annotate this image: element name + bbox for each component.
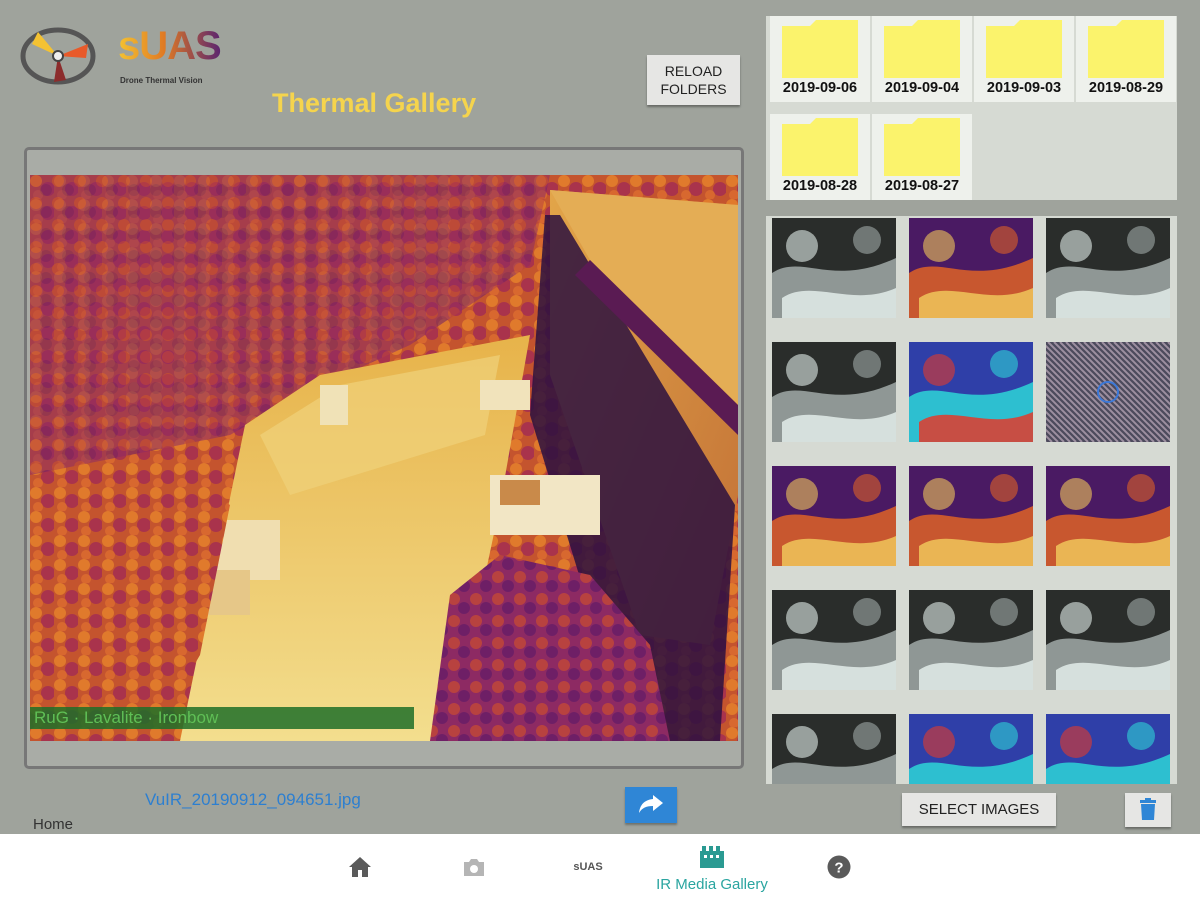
home-label: Home — [33, 816, 74, 833]
select-images-button[interactable]: SELECT IMAGES — [902, 793, 1056, 826]
app-logo: sUAS Drone Thermal Vision — [20, 22, 222, 88]
palette-selector-bar[interactable]: RuG · Lavalite · Ironbow — [30, 707, 414, 729]
folder-item[interactable]: 2019-08-28 — [770, 114, 870, 200]
thumbnail-image[interactable] — [1046, 218, 1170, 318]
film-icon — [700, 846, 724, 868]
nav-help[interactable]: ? — [824, 834, 854, 900]
suas-icon: sUAS — [573, 861, 603, 873]
folder-item[interactable]: 2019-09-06 — [770, 16, 870, 102]
reload-label-line1: RELOAD — [664, 63, 723, 79]
folder-label: 2019-08-27 — [884, 178, 960, 194]
nav-home[interactable] — [340, 834, 380, 900]
share-button[interactable] — [625, 787, 677, 823]
help-icon: ? — [827, 855, 851, 879]
thermal-image[interactable]: RuG · Lavalite · Ironbow — [30, 175, 738, 741]
folder-grid: 2019-09-06 2019-09-04 2019-09-03 2019-08… — [766, 16, 1177, 200]
svg-text:?: ? — [834, 860, 843, 877]
camera-icon — [464, 859, 484, 876]
thermal-image-graphic — [30, 175, 738, 741]
folder-icon — [884, 20, 960, 78]
thumbnail-image[interactable] — [909, 342, 1033, 442]
home-icon — [349, 857, 371, 877]
thumbnail-image[interactable] — [772, 714, 896, 784]
nav-suas[interactable]: sUAS — [565, 834, 611, 900]
folder-item[interactable]: 2019-08-29 — [1076, 16, 1176, 102]
thumbnail-grid — [766, 216, 1177, 784]
logo-text: sUAS — [118, 24, 222, 68]
folder-item[interactable]: 2019-09-04 — [872, 16, 972, 102]
folder-label: 2019-09-06 — [782, 80, 858, 96]
folder-icon — [986, 20, 1062, 78]
thumbnail-image[interactable] — [909, 218, 1033, 318]
thumbnail-image[interactable] — [772, 342, 896, 442]
folder-label: 2019-09-04 — [884, 80, 960, 96]
folder-label: 2019-09-03 — [986, 80, 1062, 96]
share-icon — [639, 794, 663, 813]
folder-item[interactable]: 2019-08-27 — [872, 114, 972, 200]
nav-label-ir-media-gallery: IR Media Gallery — [656, 876, 768, 893]
folder-label: 2019-08-28 — [782, 178, 858, 194]
thumbnail-image[interactable] — [1046, 590, 1170, 690]
thumbnail-image[interactable] — [772, 590, 896, 690]
logo-icon — [20, 27, 96, 85]
nav-ir-media-gallery[interactable]: IR Media Gallery — [646, 834, 778, 900]
thumbnail-image[interactable] — [909, 590, 1033, 690]
nav-camera[interactable] — [454, 834, 494, 900]
thumbnail-image[interactable] — [909, 714, 1033, 784]
delete-button[interactable] — [1125, 793, 1171, 827]
trash-icon — [1140, 797, 1156, 820]
folder-icon — [884, 118, 960, 176]
thumbnail-image[interactable] — [909, 466, 1033, 566]
bottom-navigation: sUAS IR Media Gallery ? — [0, 834, 1200, 900]
reload-label-line2: FOLDERS — [660, 81, 727, 97]
thumbnail-image[interactable] — [772, 218, 896, 318]
folder-label: 2019-08-29 — [1088, 80, 1164, 96]
folder-item[interactable]: 2019-09-03 — [974, 16, 1074, 102]
thumbnail-image[interactable] — [1046, 714, 1170, 784]
folder-icon — [782, 118, 858, 176]
thumbnail-image[interactable] — [1046, 342, 1170, 442]
folder-icon — [782, 20, 858, 78]
folder-icon — [1088, 20, 1164, 78]
logo-subtitle: Drone Thermal Vision — [120, 76, 203, 85]
image-filename-link[interactable]: VuIR_20190912_094651.jpg — [145, 790, 361, 810]
reload-folders-button[interactable]: RELOAD FOLDERS — [647, 55, 740, 105]
page-title: Thermal Gallery — [272, 88, 477, 118]
thumbnail-image[interactable] — [772, 466, 896, 566]
thumbnail-image[interactable] — [1046, 466, 1170, 566]
